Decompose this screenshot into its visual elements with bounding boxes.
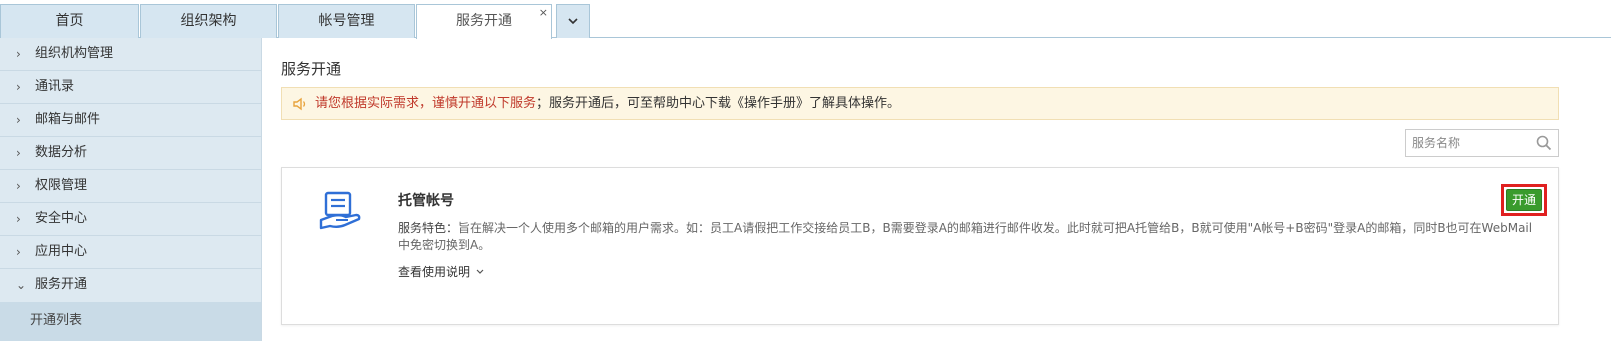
tab-dropdown-button[interactable] (556, 4, 590, 38)
hosted-account-icon (319, 191, 361, 230)
tab-service-activation[interactable]: 服务开通 × (416, 4, 552, 39)
tab-org-structure-label: 组织架构 (180, 13, 237, 29)
chevron-right-icon: › (16, 212, 21, 226)
sidebar-item-app-center[interactable]: › 应用中心 (0, 236, 261, 269)
tab-service-activation-label: 服务开通 (456, 13, 512, 29)
service-search (1405, 129, 1559, 157)
tab-account-management[interactable]: 帐号管理 (278, 4, 415, 38)
tab-account-management-label: 帐号管理 (318, 13, 375, 29)
search-input[interactable] (1406, 130, 1536, 156)
sidebar-item-mailbox[interactable]: › 邮箱与邮件 (0, 104, 261, 137)
notice-text: 请您根据实际需求，谨慎开通以下服务；服务开通后，可至帮助中心下载《操作手册》了解… (315, 88, 900, 120)
sidebar-subitem-label: 开通列表 (30, 313, 83, 328)
tab-org-structure[interactable]: 组织架构 (140, 4, 277, 38)
usage-instructions-label: 查看使用说明 (398, 265, 471, 279)
tab-home-label: 首页 (55, 13, 84, 29)
search-icon[interactable] (1536, 135, 1552, 151)
usage-instructions-link[interactable]: 查看使用说明 (398, 263, 484, 280)
tab-home[interactable]: 首页 (0, 4, 139, 38)
sidebar-item-label: 权限管理 (35, 178, 88, 193)
sidebar-item-service-activation[interactable]: ⌄ 服务开通 (0, 269, 261, 302)
sidebar: › 组织机构管理 › 通讯录 › 邮箱与邮件 › 数据分析 › 权限管理 › 安… (0, 38, 262, 341)
sidebar-item-security[interactable]: › 安全中心 (0, 203, 261, 236)
chevron-right-icon: › (16, 47, 21, 61)
sidebar-item-label: 数据分析 (35, 145, 88, 160)
open-service-button[interactable]: 开通 (1506, 189, 1542, 211)
open-button-highlight: 开通 (1501, 184, 1547, 216)
card-description-key: 服务特色： (398, 221, 459, 235)
tab-bar: 首页 组织架构 帐号管理 服务开通 × (0, 0, 1611, 39)
chevron-right-icon: › (16, 113, 21, 127)
card-description: 服务特色：旨在解决一个人使用多个邮箱的用户需求。如：员工A请假把工作交接给员工B… (398, 220, 1538, 254)
chevron-right-icon: › (16, 80, 21, 94)
sidebar-item-label: 安全中心 (35, 211, 88, 226)
sidebar-item-contacts[interactable]: › 通讯录 (0, 71, 261, 104)
sidebar-item-data-analysis[interactable]: › 数据分析 (0, 137, 261, 170)
sidebar-item-permissions[interactable]: › 权限管理 (0, 170, 261, 203)
sidebar-item-label: 组织机构管理 (35, 46, 114, 61)
sidebar-subitem-activation-list[interactable]: 开通列表 (0, 302, 261, 341)
chevron-down-icon: ⌄ (16, 278, 27, 292)
chevron-down-icon (568, 18, 578, 25)
sidebar-item-label: 通讯录 (35, 79, 75, 94)
notice-info-text: ；服务开通后，可至帮助中心下载《操作手册》了解具体操作。 (536, 96, 901, 111)
card-title: 托管帐号 (398, 193, 454, 209)
sidebar-item-label: 邮箱与邮件 (35, 112, 101, 127)
close-icon[interactable]: × (539, 0, 548, 29)
notice-banner: 请您根据实际需求，谨慎开通以下服务；服务开通后，可至帮助中心下载《操作手册》了解… (281, 87, 1559, 120)
sidebar-item-label: 应用中心 (35, 244, 88, 259)
sidebar-item-label: 服务开通 (35, 277, 88, 292)
chevron-down-icon (476, 269, 484, 274)
card-description-text: 旨在解决一个人使用多个邮箱的用户需求。如：员工A请假把工作交接给员工B，B需要登… (398, 221, 1533, 252)
chevron-right-icon: › (16, 245, 21, 259)
chevron-right-icon: › (16, 146, 21, 160)
page-title: 服务开通 (281, 60, 342, 78)
chevron-right-icon: › (16, 179, 21, 193)
notice-warning-text: 请您根据实际需求，谨慎开通以下服务 (315, 96, 537, 111)
sidebar-item-org-management[interactable]: › 组织机构管理 (0, 38, 261, 71)
service-card: 托管帐号 服务特色：旨在解决一个人使用多个邮箱的用户需求。如：员工A请假把工作交… (281, 167, 1559, 325)
speaker-icon (293, 97, 306, 111)
